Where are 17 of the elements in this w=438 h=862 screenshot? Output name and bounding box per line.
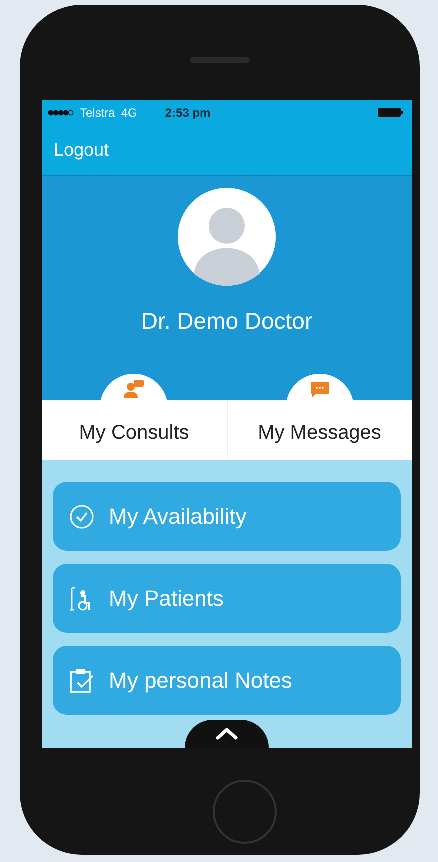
- chevron-up-icon: [216, 728, 238, 740]
- clock-time: 2:53 pm: [165, 106, 211, 120]
- signal-icon: [48, 110, 74, 116]
- doctor-name: Dr. Demo Doctor: [141, 308, 313, 335]
- chat-bubble-icon: [308, 380, 331, 400]
- clock-icon: [69, 504, 95, 530]
- people-chat-icon: [123, 380, 146, 400]
- clipboard-check-icon: [69, 668, 95, 694]
- menu-button[interactable]: My Patients: [53, 564, 401, 633]
- menu-button[interactable]: My Availability: [53, 482, 401, 551]
- carrier-name: Telstra: [80, 106, 116, 120]
- menu-button[interactable]: My personal Notes: [53, 646, 401, 715]
- network-type: 4G: [121, 106, 138, 120]
- battery-icon: [378, 108, 404, 117]
- tab[interactable]: My Consults: [42, 404, 226, 460]
- logout-button[interactable]: Logout: [54, 140, 110, 160]
- tab[interactable]: My Messages: [228, 404, 412, 460]
